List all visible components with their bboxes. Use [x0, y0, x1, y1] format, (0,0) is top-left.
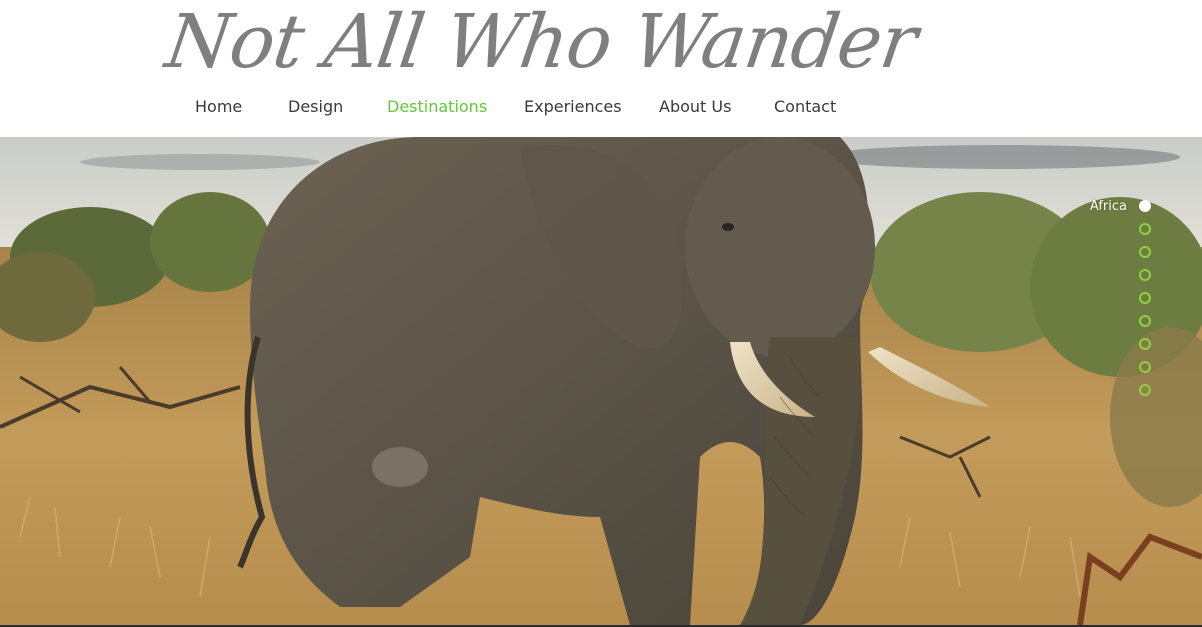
- anchor-dot: [1139, 384, 1151, 396]
- anchor-dot: [1139, 269, 1151, 281]
- nav-item-destinations[interactable]: Destinations: [387, 97, 487, 116]
- anchor-item[interactable]: [1139, 337, 1151, 351]
- nav-item-about-us[interactable]: About Us: [659, 97, 731, 116]
- anchor-item[interactable]: [1139, 268, 1151, 282]
- page: Not All Who Wander Home Design Destinati…: [0, 0, 1202, 627]
- nav-item-contact[interactable]: Contact: [774, 97, 836, 116]
- anchor-item[interactable]: [1139, 360, 1151, 374]
- anchor-item[interactable]: [1139, 222, 1151, 236]
- anchor-dot: [1139, 338, 1151, 350]
- anchor-dot-active: [1139, 200, 1151, 212]
- anchor-item[interactable]: [1139, 291, 1151, 305]
- anchor-item-africa[interactable]: Africa: [1089, 198, 1151, 214]
- anchor-dot: [1139, 246, 1151, 258]
- anchor-dot: [1139, 361, 1151, 373]
- nav-item-home[interactable]: Home: [195, 97, 242, 116]
- nav-item-experiences[interactable]: Experiences: [524, 97, 622, 116]
- elephant-photo: [0, 137, 1202, 625]
- site-header: Not All Who Wander Home Design Destinati…: [0, 0, 1202, 137]
- anchor-item[interactable]: [1139, 314, 1151, 328]
- nav-item-design[interactable]: Design: [288, 97, 343, 116]
- anchor-dot: [1139, 292, 1151, 304]
- anchor-dot: [1139, 223, 1151, 235]
- anchor-label: Africa: [1089, 198, 1127, 214]
- anchor-item[interactable]: [1139, 383, 1151, 397]
- hero-image: [0, 137, 1202, 625]
- anchor-item[interactable]: [1139, 245, 1151, 259]
- anchor-dot: [1139, 315, 1151, 327]
- site-title[interactable]: Not All Who Wander: [160, 0, 922, 90]
